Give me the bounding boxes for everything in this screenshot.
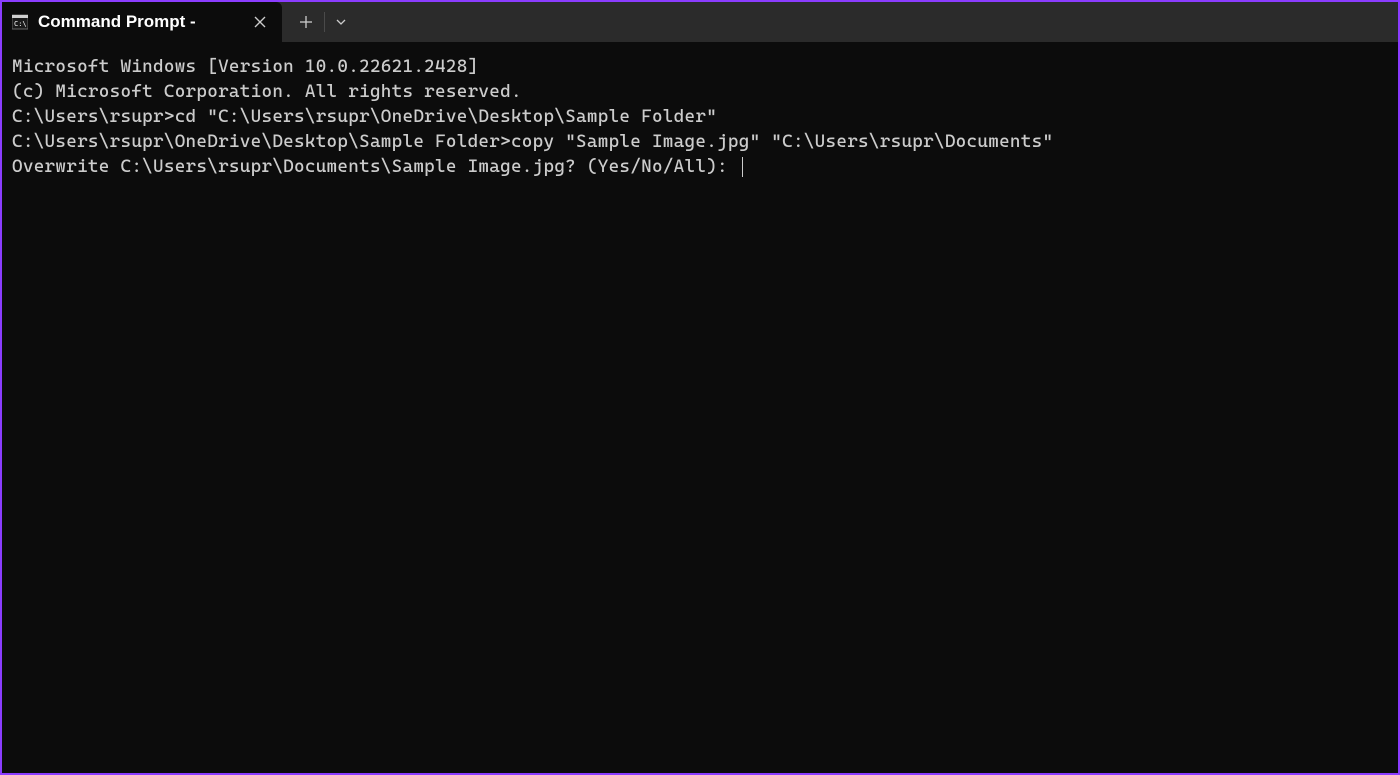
cursor: [742, 157, 743, 177]
terminal-content[interactable]: Microsoft Windows [Version 10.0.22621.24…: [2, 42, 1398, 191]
terminal-line: C:\Users\rsupr\OneDrive\Desktop\Sample F…: [12, 129, 1388, 154]
terminal-line: (c) Microsoft Corporation. All rights re…: [12, 79, 1388, 104]
close-tab-button[interactable]: [250, 12, 270, 32]
terminal-prompt-line: Overwrite C:\Users\rsupr\Documents\Sampl…: [12, 154, 1388, 179]
terminal-line: C:\Users\rsupr>cd "C:\Users\rsupr\OneDri…: [12, 104, 1388, 129]
cmd-icon: C:\: [12, 14, 28, 30]
titlebar: C:\ Command Prompt -: [2, 2, 1398, 42]
svg-text:C:\: C:\: [14, 20, 27, 28]
terminal-line: Microsoft Windows [Version 10.0.22621.24…: [12, 54, 1388, 79]
tab-controls: [282, 2, 357, 42]
dropdown-button[interactable]: [325, 6, 357, 38]
active-tab[interactable]: C:\ Command Prompt -: [2, 2, 282, 42]
terminal-prompt-text: Overwrite C:\Users\rsupr\Documents\Sampl…: [12, 156, 739, 177]
new-tab-button[interactable]: [288, 6, 324, 38]
tab-title: Command Prompt -: [38, 12, 196, 32]
